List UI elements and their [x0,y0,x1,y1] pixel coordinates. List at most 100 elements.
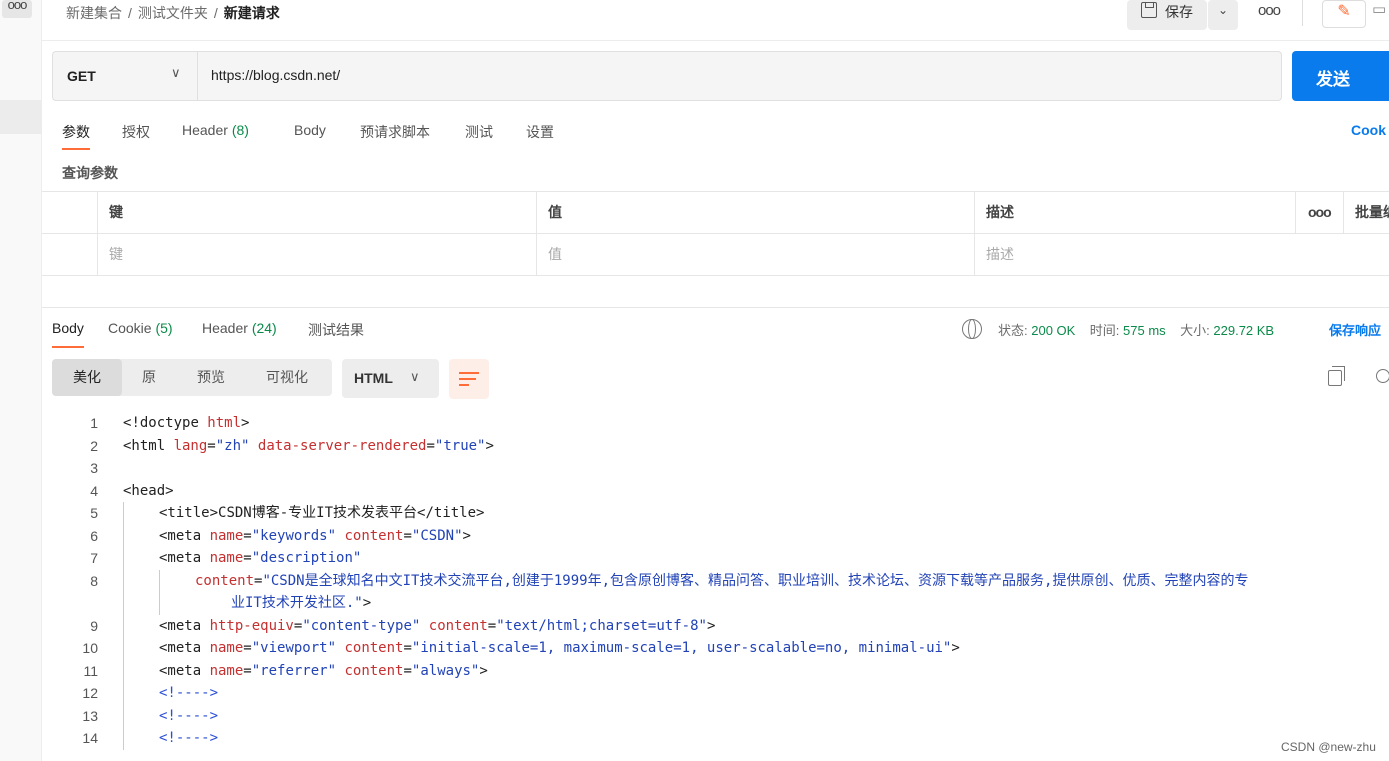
tab-label: 授权 [122,124,150,140]
line-number: 8 [90,572,98,589]
tab-label: 参数 [62,124,90,140]
tab-label: Header [202,320,248,336]
breadcrumb-current[interactable]: 新建请求 [224,5,280,21]
tab-label: Header [182,122,228,138]
code-token: content [344,640,404,656]
code-token: 业IT技术开发社区." [231,595,363,611]
code-token: > [479,662,488,679]
save-response-button[interactable]: 保存响应 [1329,320,1381,339]
code-token: <!----> [159,685,219,701]
size-label: 大小: [1180,323,1210,338]
tab-params[interactable]: 参数 [62,122,90,150]
more-actions-button[interactable]: ooo [1258,2,1281,19]
code-token: html [207,415,242,431]
wrap-icon [459,378,476,380]
tab-headers[interactable]: Header (8) [182,122,249,138]
code-token: = [487,617,497,634]
time-value[interactable]: 575 ms [1123,323,1166,338]
wrap-lines-button[interactable] [449,359,489,399]
response-status: 状态: 200 OK 时间: 575 ms 大小: 229.72 KB [998,320,1274,339]
code-token: "always" [411,662,480,679]
tab-tests[interactable]: 测试 [465,122,493,142]
code-token: "initial-scale=1, maximum-scale=1, user-… [411,640,952,656]
globe-icon[interactable] [962,319,982,339]
size-value[interactable]: 229.72 KB [1213,323,1274,338]
code-text: 业IT技术开发社区."> [231,592,371,614]
code-token: "referrer" [251,662,337,679]
sidebar-more-button[interactable]: ooo [2,0,32,18]
breadcrumb-collection[interactable]: 新建集合 [66,5,122,21]
save-dropdown-button[interactable]: ⌄ [1208,0,1238,30]
language-value: HTML [354,370,393,386]
code-token: <!----> [159,707,219,724]
code-token: data-server-rendered [257,437,427,454]
tab-response-cookies[interactable]: Cookie (5) [108,320,173,336]
comment-icon: ▭ [1372,1,1387,18]
table-header-row: 键 值 描述 ooo 批量编 [42,192,1389,234]
tab-response-body[interactable]: Body [52,320,84,348]
sidebar-selected-item[interactable] [0,100,42,134]
tab-label: 预请求脚本 [360,124,430,140]
method-value: GET [67,68,96,84]
tab-response-headers[interactable]: Header (24) [202,320,277,336]
line-number: 13 [82,707,98,724]
param-key-input[interactable]: 键 [97,234,536,275]
code-token: </title> [417,505,485,521]
pane-resize-handle[interactable] [42,307,1389,308]
breadcrumb-folder[interactable]: 测试文件夹 [138,5,208,21]
tab-pre-request-script[interactable]: 预请求脚本 [360,122,430,142]
view-mode-pretty[interactable]: 美化 [52,359,122,396]
tab-count: (5) [155,320,173,336]
code-token: <meta [159,640,210,656]
code-token: = [403,527,412,544]
tab-test-results[interactable]: 测试结果 [308,320,364,340]
param-description-input[interactable]: 描述 [974,234,1389,275]
line-number: 7 [90,550,98,566]
code-token: name [209,662,244,679]
status-value[interactable]: 200 OK [1031,323,1075,338]
method-select[interactable]: GET ∨ [53,52,198,100]
cookies-link[interactable]: Cook [1351,122,1386,138]
indent-guide [123,502,124,750]
bulk-edit-button[interactable]: 批量编 [1343,192,1389,233]
save-label: 保存 [1165,4,1193,20]
code-text: <head> [123,480,174,502]
column-options-button[interactable]: ooo [1295,192,1343,233]
language-select[interactable]: HTML ∨ [342,359,439,398]
copy-icon[interactable] [1328,366,1345,386]
line-number: 14 [82,730,98,746]
line-number: 3 [90,460,98,476]
code-token: <meta [159,662,210,679]
view-mode-preview[interactable]: 预览 [197,359,225,396]
view-mode-visualize[interactable]: 可视化 [266,359,308,396]
tab-settings[interactable]: 设置 [526,122,554,142]
comment-button[interactable]: ▭ [1372,0,1389,24]
code-token: "content-type" [302,617,421,634]
code-token: = [403,662,412,679]
tab-label: Body [294,122,326,138]
view-mode-raw[interactable]: 原 [142,359,156,396]
code-token: name [209,550,244,566]
code-token: "description" [251,550,362,566]
code-text: <title>CSDN博客-专业IT技术发表平台</title> [159,502,484,524]
url-input[interactable]: https://blog.csdn.net/ [211,67,340,83]
code-token: <!----> [159,730,219,746]
line-number: 12 [82,685,98,701]
code-token: <meta [159,550,210,566]
param-value-input[interactable]: 值 [536,234,974,275]
edit-button[interactable]: ✎ [1322,0,1366,28]
params-table: 键 值 描述 ooo 批量编 键 值 描述 [42,191,1389,276]
save-button[interactable]: 保存 [1127,0,1207,30]
search-icon[interactable] [1376,369,1389,383]
breadcrumb: 新建集合 / 测试文件夹 / 新建请求 [66,3,280,23]
sidebar: ooo [0,0,42,761]
code-token: > [462,527,471,544]
query-params-title: 查询参数 [62,165,118,181]
line-number: 6 [90,527,98,544]
send-button[interactable]: 发送 [1292,51,1389,101]
tab-body[interactable]: Body [294,122,326,138]
tab-auth[interactable]: 授权 [122,122,150,142]
pencil-icon: ✎ [1337,3,1351,20]
save-icon [1141,2,1157,18]
